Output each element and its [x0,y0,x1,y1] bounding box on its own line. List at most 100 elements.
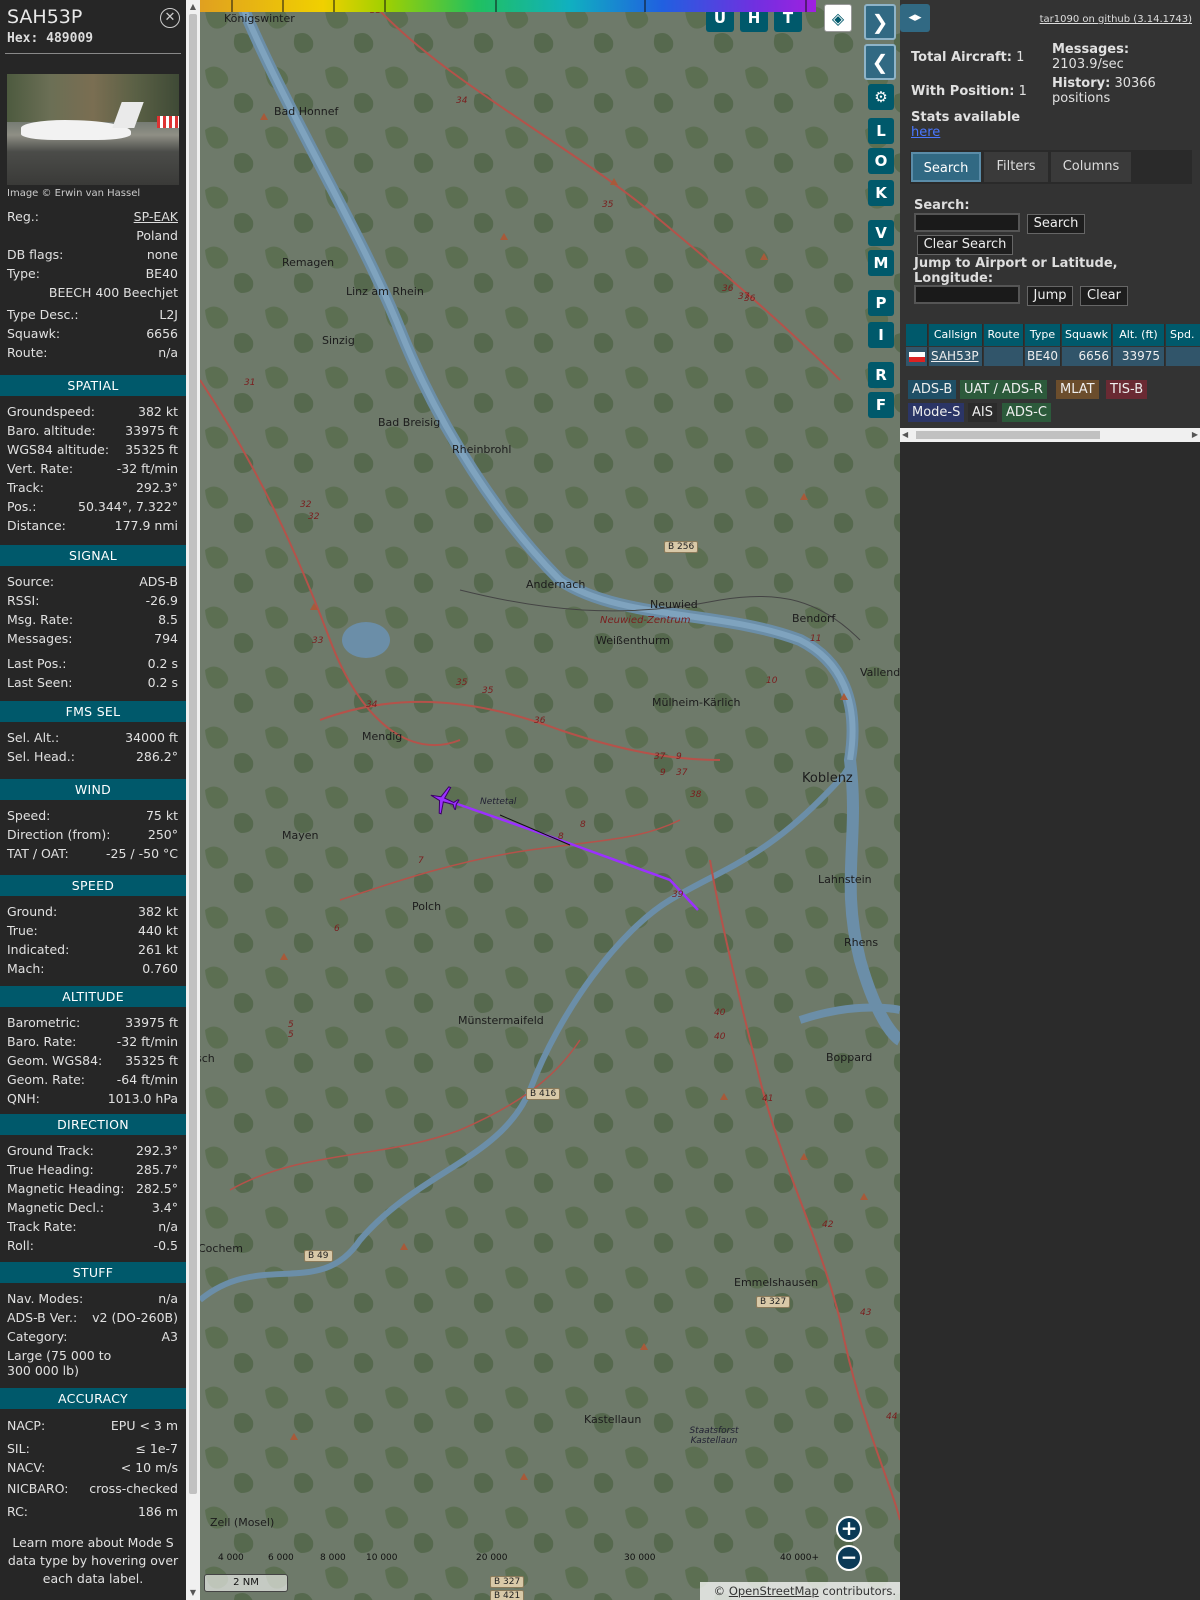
detail-label[interactable]: Large (75 000 to 300 000 lb) [7,1348,127,1378]
header-flag[interactable] [906,324,928,346]
layers-icon[interactable]: ◈ [824,4,852,32]
detail-label[interactable]: Ground Track: [7,1143,94,1158]
header-route[interactable]: Route [984,324,1024,346]
detail-label[interactable]: Groundspeed: [7,404,95,419]
route-number-label: 39 [672,890,684,900]
osm-link[interactable]: OpenStreetMap [729,1584,819,1598]
clear-search-button[interactable]: Clear Search [917,235,1013,255]
map-button-p[interactable]: P [868,290,894,316]
detail-label[interactable]: NICBARO: [7,1481,68,1496]
detail-label[interactable]: Category: [7,1329,67,1344]
detail-label[interactable]: Mach: [7,961,44,976]
detail-label[interactable]: Sel. Head.: [7,749,75,764]
scroll-left-arrow-icon[interactable]: ◀ [902,428,908,442]
map-button-v[interactable]: V [868,220,894,246]
detail-label[interactable]: Baro. Rate: [7,1034,76,1049]
detail-label[interactable]: TAT / OAT: [7,846,69,861]
detail-label[interactable]: Direction (from): [7,827,111,842]
scroll-up-arrow-icon[interactable]: ▲ [186,0,200,14]
detail-label[interactable]: Magnetic Decl.: [7,1200,104,1215]
detail-label[interactable]: Roll: [7,1238,34,1253]
jump-input[interactable] [914,285,1020,304]
chevron-left-icon[interactable]: ❮ [864,44,896,80]
detail-label[interactable]: Sel. Alt.: [7,730,59,745]
chevron-right-icon[interactable]: ❯ [864,4,896,40]
map-button-m[interactable]: M [868,250,894,276]
detail-label[interactable]: Barometric: [7,1015,80,1030]
jump-button[interactable]: Jump [1027,286,1073,306]
image-credit: Image © Erwin van Hassel [7,188,141,199]
map-button-i[interactable]: I [868,322,894,348]
map-view[interactable]: Königswinter Bad Honnef Remagen Linz am Rhe… [200,0,900,1600]
scrollbar-thumb[interactable] [916,431,1100,439]
header-altitude[interactable]: Alt. (ft) [1113,324,1165,346]
detail-value: 0.760 [142,961,178,976]
detail-label[interactable]: Vert. Rate: [7,461,73,476]
detail-label[interactable]: Geom. Rate: [7,1072,85,1087]
detail-label[interactable]: Nav. Modes: [7,1291,83,1306]
detail-row: True Heading: 285.7° [7,1162,178,1180]
detail-label[interactable]: Indicated: [7,942,69,957]
detail-label[interactable]: Baro. altitude: [7,423,96,438]
detail-value: 382 kt [138,904,178,919]
detail-label[interactable]: Magnetic Heading: [7,1181,124,1196]
map-button-l[interactable]: L [868,118,894,144]
tab-columns[interactable]: Columns [1051,152,1131,182]
close-icon[interactable]: ✕ [160,8,180,28]
detail-row: Source: ADS-B [7,574,178,592]
stats-link[interactable]: here [911,125,940,140]
detail-value: 382 kt [138,404,178,419]
detail-label[interactable]: SIL: [7,1441,30,1456]
zoom-out-icon[interactable]: − [836,1545,862,1571]
detail-label[interactable]: NACP: [7,1418,45,1433]
sidebar-scrollbar[interactable]: ▲ ▼ [186,0,200,1600]
detail-label[interactable]: Last Pos.: [7,656,66,671]
detail-label[interactable]: Speed: [7,808,50,823]
header-type[interactable]: Type [1025,324,1061,346]
scroll-down-arrow-icon[interactable]: ▼ [186,1586,200,1600]
detail-label[interactable]: WGS84 altitude: [7,442,109,457]
aircraft-photo[interactable] [7,74,179,185]
github-link[interactable]: tar1090 on github (3.14.1743) [1040,14,1192,25]
detail-label[interactable]: Last Seen: [7,675,72,690]
detail-label[interactable]: Pos.: [7,499,36,514]
map-button-r[interactable]: R [868,362,894,388]
tab-filters[interactable]: Filters [984,152,1048,182]
header-squawk[interactable]: Squawk [1062,324,1112,346]
place-label: Kastellaun [584,1413,642,1426]
detail-label[interactable]: True: [7,923,38,938]
detail-label[interactable]: Geom. WGS84: [7,1053,102,1068]
scrollbar-thumb[interactable] [189,14,197,1494]
detail-label[interactable]: True Heading: [7,1162,94,1177]
detail-label[interactable]: Msg. Rate: [7,612,73,627]
detail-label[interactable]: Messages: [7,631,73,646]
scroll-right-arrow-icon[interactable]: ▶ [1192,428,1198,442]
header-callsign[interactable]: Callsign [929,324,983,346]
detail-label[interactable]: Ground: [7,904,57,919]
road-label: B 49 [304,1250,333,1262]
map-button-k[interactable]: K [868,180,894,206]
detail-label[interactable]: Distance: [7,518,66,533]
detail-label[interactable]: Track Rate: [7,1219,77,1234]
detail-label[interactable]: QNH: [7,1091,40,1106]
zoom-in-icon[interactable]: + [836,1516,862,1542]
header-speed[interactable]: Spd. [1166,324,1200,346]
expand-collapse-icon[interactable]: ◂▸ [900,4,930,32]
registration-link[interactable]: SP-EAK [134,209,178,224]
search-input[interactable] [914,213,1020,232]
search-button[interactable]: Search [1027,214,1085,234]
detail-label[interactable]: RC: [7,1504,28,1519]
table-horizontal-scrollbar[interactable]: ◀ ▶ [900,428,1200,442]
map-button-o[interactable]: O [868,148,894,174]
clear-button[interactable]: Clear [1080,286,1128,306]
map-button-f[interactable]: F [868,392,894,418]
row-callsign[interactable]: SAH53P [929,347,983,366]
detail-label[interactable]: Source: [7,574,54,589]
settings-gear-icon[interactable]: ⚙ [868,84,894,110]
detail-label[interactable]: ADS-B Ver.: [7,1310,77,1325]
detail-label[interactable]: RSSI: [7,593,39,608]
detail-label[interactable]: Track: [7,480,44,495]
detail-label[interactable]: NACV: [7,1460,45,1475]
aircraft-marker-icon[interactable] [428,784,460,816]
tab-search[interactable]: Search [911,152,981,182]
